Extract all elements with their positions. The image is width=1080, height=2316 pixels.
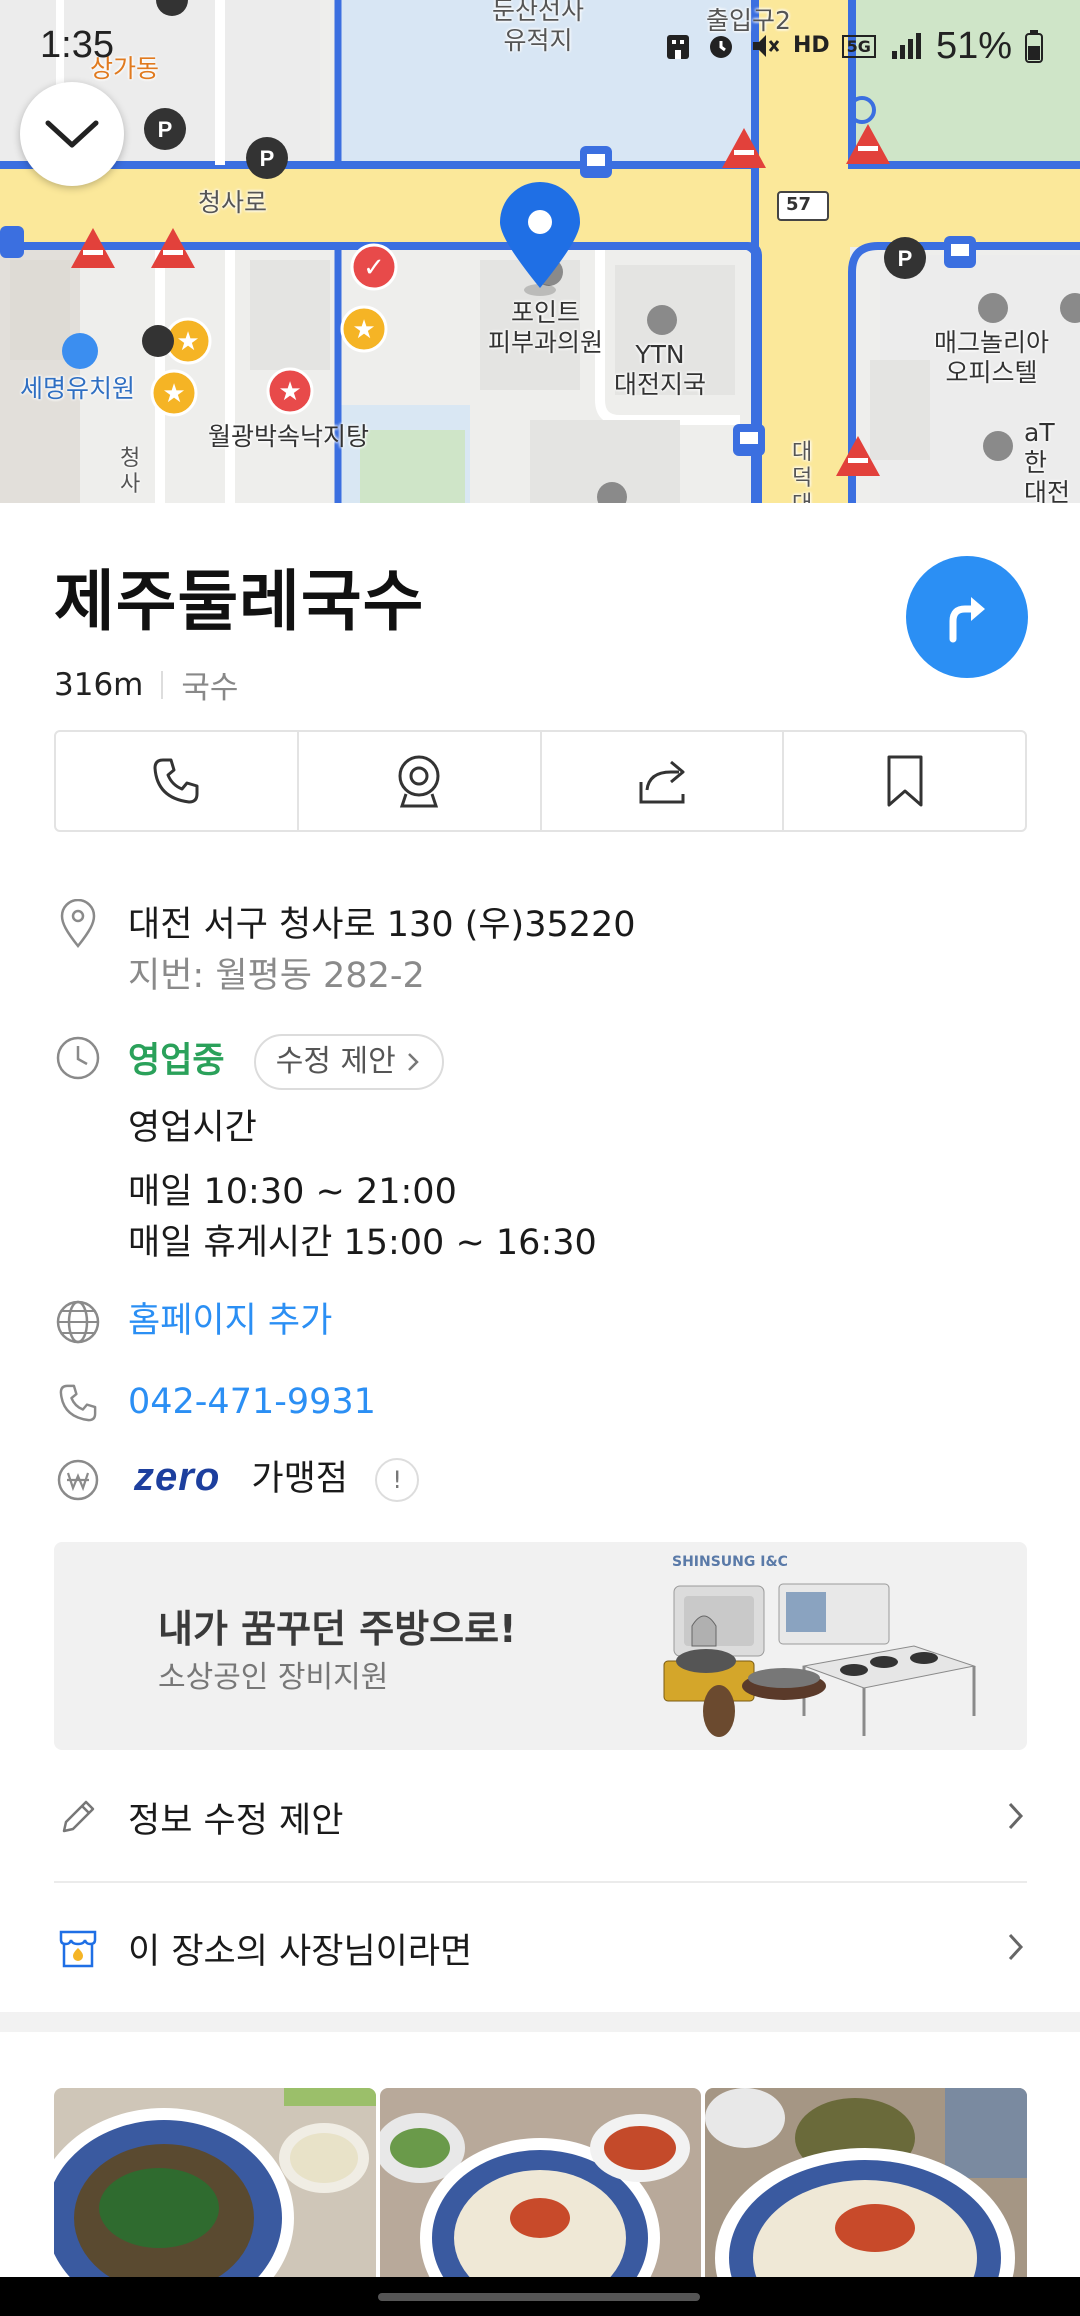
- place-name: 제주둘레국수: [54, 563, 425, 640]
- suggest-edit-label: 수정 제안: [275, 1044, 396, 1079]
- system-navigation-bar: [0, 2277, 1080, 2316]
- map-label-magnolia: 매그놀리아 오피스텔: [934, 328, 1050, 387]
- location-pin-icon: [54, 899, 102, 949]
- business-status-row: 영업중 수정 제안: [54, 1030, 1034, 1090]
- status-line: 영업중 수정 제안: [128, 1034, 444, 1090]
- action-row: [54, 730, 1027, 832]
- clock-icon: [54, 1034, 102, 1082]
- hours-title: 영업시간: [128, 1108, 257, 1148]
- mute-icon: [752, 35, 780, 57]
- map-label-cheongsaro: 청사로: [198, 188, 268, 217]
- food-photo-2[interactable]: [379, 2088, 702, 2278]
- battery-icon: [1025, 30, 1043, 63]
- open-status: 영업중: [128, 1041, 225, 1081]
- info-exclamation-icon[interactable]: !: [375, 1458, 420, 1502]
- address-row: 대전 서구 청사로 130 (우)35220 지번: 월평동 282-2: [54, 899, 1034, 1000]
- photo-strip: [54, 2088, 1027, 2278]
- battery-percent: 51%: [935, 24, 1012, 67]
- svg-text:★: ★: [352, 315, 375, 345]
- ad-subtitle: 소상공인 장비지원: [158, 1660, 389, 1695]
- building-icon: [666, 35, 689, 59]
- map-label-daedeok: 대 덕 대: [792, 440, 813, 503]
- map-label-cheongsa-vertical: 청 사: [120, 446, 141, 497]
- map-label-ytn: YTN 대전지국: [614, 340, 707, 399]
- svg-text:★: ★: [278, 377, 301, 407]
- collapse-map-button[interactable]: [20, 82, 124, 186]
- signal-icon: [891, 33, 921, 59]
- save-bookmark-button[interactable]: [784, 732, 1025, 830]
- svg-text:P: P: [898, 246, 913, 271]
- place-meta: 316m 국수: [54, 662, 1034, 707]
- roadview-button[interactable]: [299, 732, 542, 830]
- svg-text:✓: ✓: [363, 253, 385, 283]
- status-icons: HD 5G 51%: [663, 24, 1044, 68]
- map-label-pointskin: 포인트 피부과의원: [488, 298, 604, 357]
- map-view[interactable]: PPP ★ ★ ★ ★ ✓ 둔산선사 유적지 출입구2 상가동 청사로 포인트 …: [0, 0, 1080, 503]
- globe-icon: [54, 1298, 102, 1346]
- share-icon: [639, 760, 685, 804]
- status-bar: 1:35 HD 5G 51%: [0, 0, 1080, 90]
- map-label-at: aT 한 대전시: [1024, 418, 1071, 503]
- map-label-restaurant: 월광박속낙지탕: [208, 422, 370, 451]
- place-distance: 316m: [54, 666, 144, 703]
- address-text[interactable]: 대전 서구 청사로 130 (우)35220: [128, 902, 636, 948]
- map-label-daycare: 세명유치원: [20, 374, 136, 403]
- svg-text:P: P: [260, 146, 275, 171]
- home-gesture-handle[interactable]: [378, 2293, 700, 2301]
- suggest-edit-chip[interactable]: 수정 제안: [253, 1034, 444, 1090]
- svg-text:★: ★: [162, 379, 185, 409]
- won-coin-icon: [54, 1456, 102, 1504]
- ad-title: 내가 꿈꾸던 주방으로!: [158, 1607, 517, 1651]
- edit-suggest-label: 정보 수정 제안: [128, 1800, 344, 1841]
- map-label-road57: 57: [786, 194, 812, 215]
- pencil-icon: [54, 1793, 102, 1841]
- phone-row: 042-471-9931: [54, 1377, 1034, 1431]
- place-header: 제주둘레국수 316m 국수: [54, 548, 1034, 707]
- section-separator: [0, 2012, 1080, 2032]
- food-photo-3[interactable]: [705, 2088, 1027, 2278]
- svg-text:★: ★: [176, 327, 199, 357]
- edit-suggest-row[interactable]: 정보 수정 제안: [54, 1752, 1027, 1882]
- place-category: 국수: [181, 670, 239, 706]
- status-time: 1:35: [40, 24, 114, 66]
- network-label: 5G: [841, 34, 876, 58]
- directions-button[interactable]: [906, 556, 1028, 678]
- roadview-icon: [398, 755, 440, 808]
- zeropay-row: zero 가맹점 !: [54, 1452, 1034, 1508]
- phone-small-icon: [54, 1379, 102, 1427]
- zeropay-logo: zero: [134, 1455, 221, 1499]
- chevron-right-icon: [407, 1053, 419, 1071]
- owner-row[interactable]: 이 장소의 사장님이라면: [54, 1883, 1027, 2013]
- phone-icon: [153, 758, 199, 804]
- phone-number-link[interactable]: 042-471-9931: [128, 1379, 376, 1425]
- food-photo-1[interactable]: [54, 2088, 376, 2278]
- chevron-right-icon: [1008, 1933, 1024, 1961]
- lot-address-text: 지번: 월평동 282-2: [128, 956, 425, 996]
- hours-daily: 매일 10:30 ~ 21:00: [128, 1172, 457, 1212]
- bookmark-icon: [887, 755, 923, 807]
- share-button[interactable]: [542, 732, 785, 830]
- hours-break: 매일 휴게시간 15:00 ~ 16:30: [128, 1223, 597, 1263]
- add-homepage-link[interactable]: 홈페이지 추가: [128, 1298, 332, 1344]
- hours-block: 영업시간 매일 10:30 ~ 21:00 매일 휴게시간 15:00 ~ 16…: [54, 1105, 1034, 1275]
- store-icon: [54, 1924, 102, 1972]
- kitchen-equipment-image: [663, 1583, 976, 1737]
- zeropay-line: zero 가맹점 !: [134, 1454, 420, 1502]
- ad-banner[interactable]: 내가 꿈꾸던 주방으로! 소상공인 장비지원 SHINSUNG I&C: [54, 1542, 1027, 1750]
- homepage-row: 홈페이지 추가: [54, 1296, 1034, 1350]
- hd-voice-label: HD: [792, 33, 830, 58]
- meta-divider: [161, 670, 164, 699]
- chevron-right-icon: [1008, 1802, 1024, 1830]
- chevron-down-icon: [45, 120, 99, 148]
- call-button[interactable]: [56, 732, 299, 830]
- svg-text:P: P: [158, 117, 173, 142]
- zeropay-label: 가맹점: [251, 1459, 348, 1499]
- owner-label: 이 장소의 사장님이라면: [128, 1931, 473, 1972]
- alarm-icon: [709, 36, 732, 58]
- turn-right-arrow-icon: [949, 597, 985, 643]
